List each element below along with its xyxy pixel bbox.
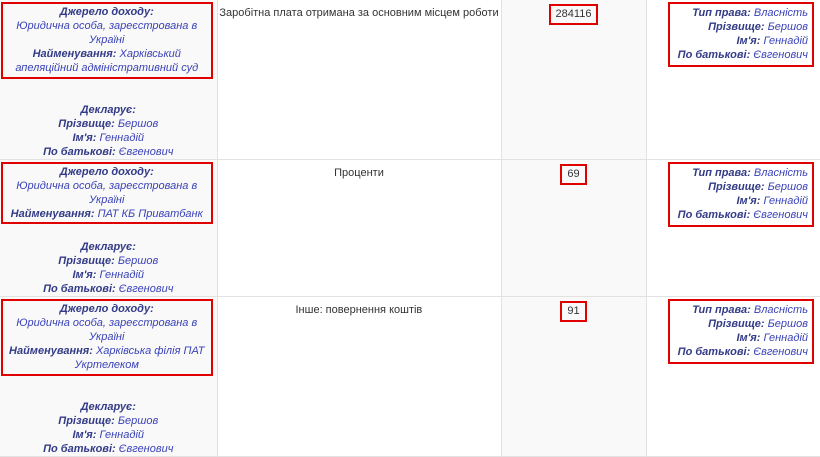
amount-cell: 284116 bbox=[501, 0, 647, 160]
declarant-first-name: Геннадій bbox=[99, 132, 144, 144]
declarant-surname: Бершов bbox=[117, 255, 159, 267]
owner-first-name: Геннадій bbox=[763, 195, 808, 207]
surname-label: Прізвище: bbox=[58, 255, 115, 267]
patronymic-label: По батькові: bbox=[43, 443, 116, 455]
income-amount: 284116 bbox=[548, 4, 599, 25]
patronymic-label: По батькові: bbox=[43, 146, 116, 158]
income-type: Інше: повернення коштів bbox=[295, 304, 423, 316]
right-type: Власність bbox=[753, 167, 808, 179]
declarant-first-name: Геннадій bbox=[99, 429, 144, 441]
declarant-label: Декларує: bbox=[80, 241, 136, 253]
owner-highlight: Тип права: Власність Прізвище: Бершов Ім… bbox=[667, 299, 814, 364]
source-name: Харківська філія ПАТ Укртелеком bbox=[74, 345, 205, 371]
source-name-label: Найменування: bbox=[9, 345, 93, 357]
owner-cell: Тип права: Власність Прізвище: Бершов Ім… bbox=[646, 296, 820, 457]
income-type-cell: Заробітна плата отримана за основним міс… bbox=[217, 0, 502, 160]
amount-cell: 69 bbox=[501, 159, 647, 297]
declarant-block: Декларує: Прізвище: Бершов Ім'я: Геннаді… bbox=[0, 400, 217, 456]
income-source-highlight: Джерело доходу: Юридична особа, зареєстр… bbox=[1, 2, 213, 79]
right-type: Власність bbox=[753, 7, 808, 19]
owner-patronymic: Євгенович bbox=[753, 346, 808, 358]
patronymic-label: По батькові: bbox=[43, 283, 116, 295]
owner-cell: Тип права: Власність Прізвище: Бершов Ім… bbox=[646, 159, 820, 297]
source-label: Джерело доходу: bbox=[59, 166, 154, 178]
source-label: Джерело доходу: bbox=[59, 303, 154, 315]
surname-label: Прізвище: bbox=[58, 415, 115, 427]
declarant-block: Декларує: Прізвище: Бершов Ім'я: Геннаді… bbox=[0, 103, 217, 159]
right-type-label: Тип права: bbox=[692, 167, 751, 179]
income-amount: 69 bbox=[560, 164, 587, 185]
first-name-label: Ім'я: bbox=[72, 429, 97, 441]
owner-first-name: Геннадій bbox=[763, 35, 808, 47]
income-source-cell: Джерело доходу: Юридична особа, зареєстр… bbox=[0, 296, 218, 457]
patronymic-label: По батькові: bbox=[677, 346, 751, 358]
amount-cell: 91 bbox=[501, 296, 647, 457]
table-row: Джерело доходу: Юридична особа, зареєстр… bbox=[0, 159, 820, 297]
source-name: ПАТ КБ Приватбанк bbox=[97, 208, 203, 220]
income-source-cell: Джерело доходу: Юридична особа, зареєстр… bbox=[0, 0, 218, 160]
declarant-patronymic: Євгенович bbox=[118, 443, 174, 455]
owner-surname: Бершов bbox=[767, 181, 808, 193]
owner-cell: Тип права: Власність Прізвище: Бершов Ім… bbox=[646, 0, 820, 160]
first-name-label: Ім'я: bbox=[736, 35, 761, 47]
income-source-highlight: Джерело доходу: Юридична особа, зареєстр… bbox=[1, 299, 213, 376]
owner-highlight: Тип права: Власність Прізвище: Бершов Ім… bbox=[667, 162, 814, 227]
source-type: Юридична особа, зареєстрована в Україні bbox=[16, 20, 198, 46]
income-source-highlight: Джерело доходу: Юридична особа, зареєстр… bbox=[1, 162, 213, 224]
table-row: Джерело доходу: Юридична особа, зареєстр… bbox=[0, 296, 820, 457]
source-type: Юридична особа, зареєстрована в Україні bbox=[16, 317, 198, 343]
owner-patronymic: Євгенович bbox=[753, 209, 808, 221]
owner-surname: Бершов bbox=[767, 21, 808, 33]
income-amount: 91 bbox=[560, 301, 587, 322]
income-type-cell: Інше: повернення коштів bbox=[217, 296, 502, 457]
declarant-block: Декларує: Прізвище: Бершов Ім'я: Геннаді… bbox=[0, 240, 217, 296]
first-name-label: Ім'я: bbox=[736, 332, 761, 344]
owner-first-name: Геннадій bbox=[763, 332, 808, 344]
surname-label: Прізвище: bbox=[58, 118, 115, 130]
first-name-label: Ім'я: bbox=[72, 269, 97, 281]
source-name-label: Найменування: bbox=[10, 208, 95, 220]
income-type-cell: Проценти bbox=[217, 159, 502, 297]
owner-highlight: Тип права: Власність Прізвище: Бершов Ім… bbox=[667, 2, 814, 67]
surname-label: Прізвище: bbox=[708, 318, 765, 330]
declarant-label: Декларує: bbox=[80, 104, 136, 116]
income-type: Заробітна плата отримана за основним міс… bbox=[219, 7, 499, 19]
right-type-label: Тип права: bbox=[692, 7, 751, 19]
declarant-first-name: Геннадій bbox=[99, 269, 144, 281]
patronymic-label: По батькові: bbox=[677, 49, 751, 61]
patronymic-label: По батькові: bbox=[677, 209, 751, 221]
declarant-surname: Бершов bbox=[117, 118, 159, 130]
first-name-label: Ім'я: bbox=[736, 195, 761, 207]
owner-patronymic: Євгенович bbox=[753, 49, 808, 61]
table-row: Джерело доходу: Юридична особа, зареєстр… bbox=[0, 0, 820, 160]
income-source-cell: Джерело доходу: Юридична особа, зареєстр… bbox=[0, 159, 218, 297]
source-label: Джерело доходу: bbox=[59, 6, 154, 18]
declarant-surname: Бершов bbox=[117, 415, 159, 427]
owner-surname: Бершов bbox=[767, 318, 808, 330]
declarant-label: Декларує: bbox=[80, 401, 136, 413]
first-name-label: Ім'я: bbox=[72, 132, 97, 144]
surname-label: Прізвище: bbox=[708, 21, 765, 33]
right-type-label: Тип права: bbox=[692, 304, 751, 316]
right-type: Власність bbox=[753, 304, 808, 316]
income-table: Джерело доходу: Юридична особа, зареєстр… bbox=[0, 0, 820, 457]
source-type: Юридична особа, зареєстрована в Україні bbox=[16, 180, 198, 206]
surname-label: Прізвище: bbox=[708, 181, 765, 193]
declarant-patronymic: Євгенович bbox=[118, 283, 174, 295]
income-type: Проценти bbox=[334, 167, 384, 179]
source-name-label: Найменування: bbox=[32, 48, 117, 60]
declarant-patronymic: Євгенович bbox=[118, 146, 174, 158]
